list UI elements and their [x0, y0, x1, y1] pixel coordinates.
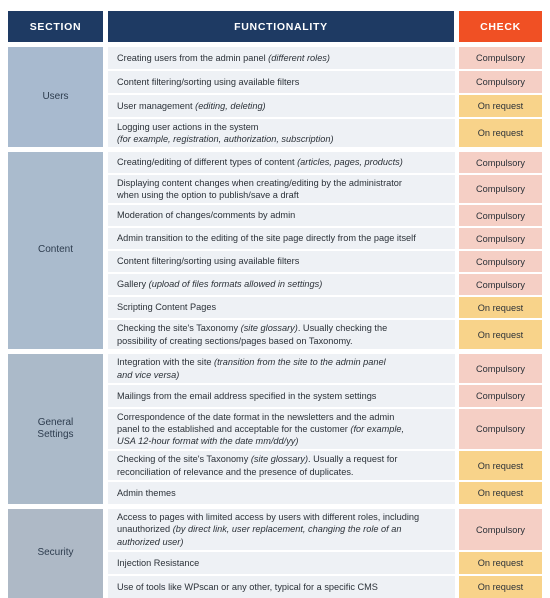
table-row: Moderation of changes/comments by admin C…	[108, 205, 542, 228]
column-header-check: CHECK	[459, 11, 542, 42]
status-badge: On request	[459, 297, 542, 318]
functionality-cell: Displaying content changes when creating…	[108, 175, 455, 203]
table-row: User management (editing, deleting) On re…	[108, 95, 542, 119]
section-rows: Creating users from the admin panel (dif…	[108, 47, 542, 147]
functionality-cell: Creating users from the admin panel (dif…	[108, 47, 455, 69]
table-row: Scripting Content Pages On request	[108, 297, 542, 320]
functionality-cell: Access to pages with limited access by u…	[108, 509, 455, 550]
status-badge: Compulsory	[459, 175, 542, 203]
section-block: Users Creating users from the admin panel…	[8, 47, 542, 147]
table-row: Mailings from the email address specifie…	[108, 385, 542, 409]
status-badge: On request	[459, 119, 542, 147]
functionality-cell: Admin themes	[108, 482, 455, 504]
status-badge: On request	[459, 576, 542, 598]
column-header-functionality: FUNCTIONALITY	[108, 11, 454, 42]
functionality-cell: Correspondence of the date format in the…	[108, 409, 455, 449]
section-label-security: Security	[8, 509, 103, 598]
table-row: Admin transition to the editing of the s…	[108, 228, 542, 251]
functionality-cell: Logging user actions in the system (for e…	[108, 119, 455, 147]
table-row: Gallery (upload of files formats allowed…	[108, 274, 542, 297]
column-header-section: SECTION	[8, 11, 103, 42]
functionality-cell: Gallery (upload of files formats allowed…	[108, 274, 455, 295]
table-row: Checking of the site's Taxonomy (site gl…	[108, 451, 542, 482]
status-badge: Compulsory	[459, 228, 542, 249]
table-header-row: SECTION FUNCTIONALITY CHECK	[8, 11, 542, 42]
table-row: Logging user actions in the system (for e…	[108, 119, 542, 147]
functionality-cell: Mailings from the email address specifie…	[108, 385, 455, 407]
table-row: Creating/editing of different types of c…	[108, 152, 542, 175]
functionality-cell: Admin transition to the editing of the s…	[108, 228, 455, 249]
functionality-cell: Content filtering/sorting using availabl…	[108, 71, 455, 93]
section-rows: Access to pages with limited access by u…	[108, 509, 542, 598]
functionality-cell: Checking the site's Taxonomy (site gloss…	[108, 320, 455, 349]
table-row: Displaying content changes when creating…	[108, 175, 542, 205]
functionality-cell: Use of tools like WPscan or any other, t…	[108, 576, 455, 598]
section-block: Security Access to pages with limited acc…	[8, 509, 542, 598]
section-rows: Integration with the site (transition fr…	[108, 354, 542, 504]
functionality-cell: Content filtering/sorting using availabl…	[108, 251, 455, 272]
status-badge: Compulsory	[459, 274, 542, 295]
status-badge: Compulsory	[459, 509, 542, 550]
status-badge: Compulsory	[459, 385, 542, 407]
functionality-cell: User management (editing, deleting)	[108, 95, 455, 117]
status-badge: Compulsory	[459, 152, 542, 173]
status-badge: Compulsory	[459, 354, 542, 383]
section-block: General Settings Integration with the site…	[8, 354, 542, 504]
status-badge: Compulsory	[459, 71, 542, 93]
section-label-general-settings: General Settings	[8, 354, 103, 504]
checklist-table: SECTION FUNCTIONALITY CHECK Users Creatin…	[0, 0, 550, 598]
status-badge: Compulsory	[459, 409, 542, 449]
table-row: Checking the site's Taxonomy (site gloss…	[108, 320, 542, 349]
functionality-cell: Creating/editing of different types of c…	[108, 152, 455, 173]
section-label-users: Users	[8, 47, 103, 147]
table-row: Use of tools like WPscan or any other, t…	[108, 576, 542, 598]
functionality-cell: Scripting Content Pages	[108, 297, 455, 318]
section-rows: Creating/editing of different types of c…	[108, 152, 542, 349]
functionality-cell: Injection Resistance	[108, 552, 455, 574]
status-badge: Compulsory	[459, 205, 542, 226]
table-row: Admin themes On request	[108, 482, 542, 504]
section-label-content: Content	[8, 152, 103, 349]
table-row: Correspondence of the date format in the…	[108, 409, 542, 451]
table-body: Users Creating users from the admin panel…	[8, 47, 542, 598]
functionality-cell: Checking of the site's Taxonomy (site gl…	[108, 451, 455, 480]
functionality-cell: Integration with the site (transition fr…	[108, 354, 455, 383]
table-row: Content filtering/sorting using availabl…	[108, 251, 542, 274]
status-badge: Compulsory	[459, 47, 542, 69]
table-row: Injection Resistance On request	[108, 552, 542, 576]
status-badge: On request	[459, 95, 542, 117]
table-row: Access to pages with limited access by u…	[108, 509, 542, 552]
table-row: Creating users from the admin panel (dif…	[108, 47, 542, 71]
table-row: Integration with the site (transition fr…	[108, 354, 542, 385]
table-row: Content filtering/sorting using availabl…	[108, 71, 542, 95]
status-badge: Compulsory	[459, 251, 542, 272]
status-badge: On request	[459, 482, 542, 504]
section-block: Content Creating/editing of different typ…	[8, 152, 542, 349]
functionality-cell: Moderation of changes/comments by admin	[108, 205, 455, 226]
status-badge: On request	[459, 552, 542, 574]
status-badge: On request	[459, 320, 542, 349]
status-badge: On request	[459, 451, 542, 480]
